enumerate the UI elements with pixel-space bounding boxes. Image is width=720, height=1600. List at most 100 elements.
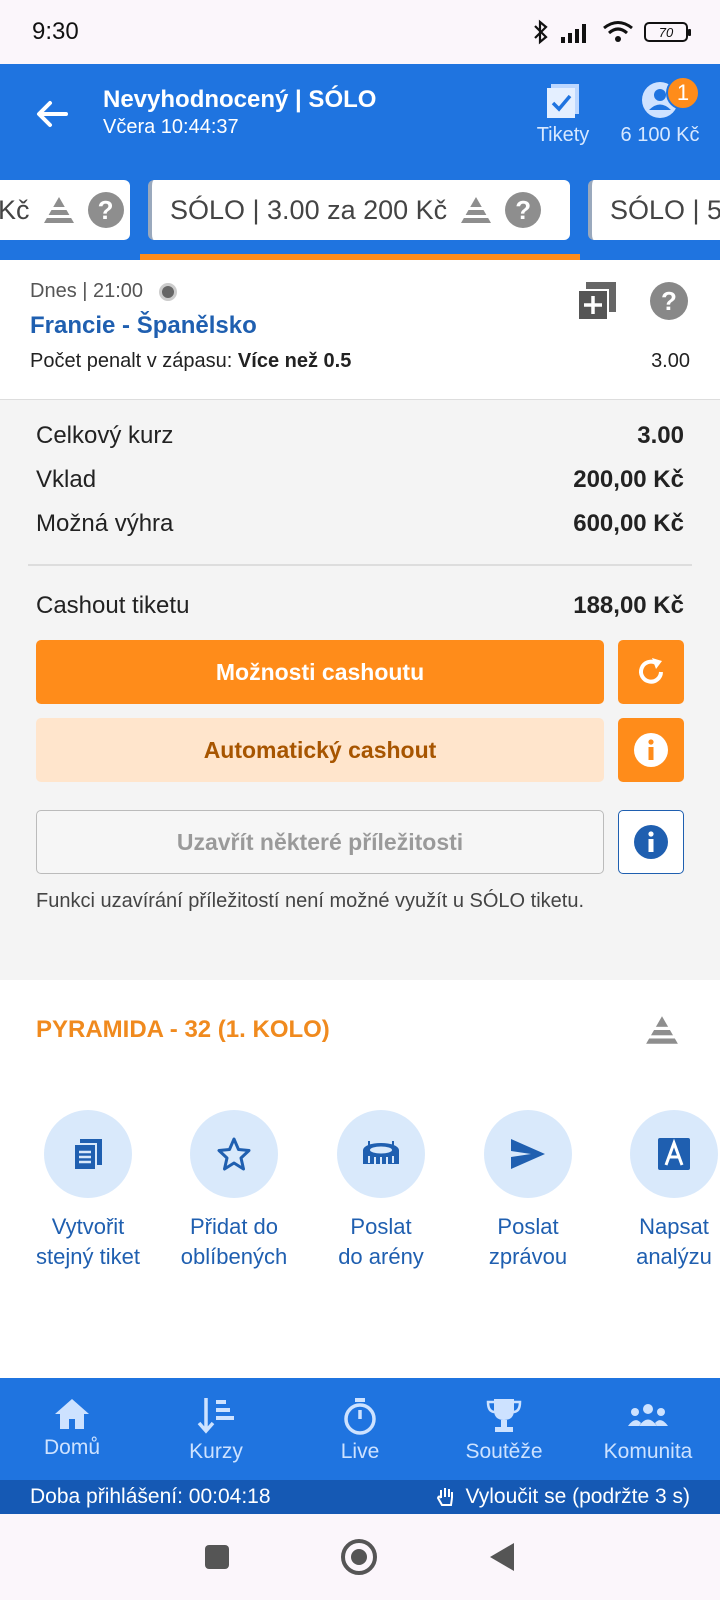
win-label: Možná výhra (36, 510, 174, 537)
ticket-detail: Dnes | 21:00 Francie - Španělsko Počet p… (0, 260, 720, 1370)
close-opportunities-button[interactable]: Uzavřít některé příležitosti (36, 810, 604, 874)
stake-value: 200,00 Kč (573, 466, 684, 493)
nav-community[interactable]: Komunita (576, 1378, 720, 1480)
solo-ticket-note: Funkci uzavírání příležitostí není možné… (36, 890, 585, 912)
trophy-icon (486, 1399, 522, 1432)
total-odds-value: 3.00 (637, 422, 684, 449)
match-date: Dnes | 21:00 (30, 280, 178, 303)
help-icon[interactable]: ? (87, 192, 124, 228)
ticket-actions: Vytvořit stejný tiket Přidat do oblíbený… (0, 1080, 720, 1370)
nav-label: Soutěže (465, 1440, 543, 1463)
action-label: do arény (338, 1244, 424, 1269)
info-icon (634, 825, 668, 859)
ticket-title: Nevyhodnocený | SÓLO (103, 86, 377, 113)
create-same-ticket-action[interactable]: Vytvořit stejný tiket (18, 1110, 158, 1272)
action-label: zprávou (488, 1244, 568, 1269)
add-to-favorites-action[interactable]: Přidat do oblíbených (164, 1110, 304, 1272)
action-label: oblíbených (180, 1244, 288, 1269)
nav-odds[interactable]: Kurzy (144, 1378, 288, 1480)
close-opportunities-info-button[interactable] (618, 810, 684, 874)
divider (28, 564, 692, 566)
signal-icon (561, 24, 586, 43)
pyramid-icon (43, 197, 74, 223)
account-button[interactable]: 1 6 100 Kč (610, 76, 710, 147)
pyramid-icon (461, 197, 492, 223)
total-odds-row: Celkový kurz 3.00 (36, 422, 684, 450)
ticket-tab-label: SÓLO | 5 (610, 194, 720, 225)
action-label: Vytvořit (51, 1214, 125, 1239)
help-icon[interactable]: ? (650, 282, 688, 320)
ticket-tab-label: SÓLO | 3.00 za 200 Kč (170, 194, 448, 225)
home-icon (55, 1399, 89, 1429)
nav-home[interactable]: Domů (0, 1378, 144, 1480)
odds-icon (197, 1398, 234, 1434)
send-message-action[interactable]: Poslat zprávou (458, 1110, 598, 1272)
refresh-button[interactable] (618, 640, 684, 704)
status-bar: 9:30 70 (0, 0, 720, 64)
write-analysis-action[interactable]: Napsat analýzu (604, 1110, 720, 1272)
info-icon (634, 733, 668, 767)
hand-icon (436, 1488, 453, 1506)
notification-badge: 1 (666, 76, 700, 110)
pick-label: Počet penalt v zápasu: (30, 350, 238, 372)
ticket-tab-label: Kč (0, 194, 30, 225)
add-bet-icon[interactable] (578, 282, 616, 320)
community-icon (628, 1404, 668, 1426)
ticket-tab-next[interactable]: SÓLO | 5 (588, 180, 720, 240)
nav-label: Live (340, 1440, 380, 1463)
account-balance: 6 100 Kč (620, 124, 700, 146)
app-bar: Nevyhodnocený | SÓLO Včera 10:44:37 Tike… (0, 64, 720, 174)
back-arrow-icon[interactable] (30, 92, 74, 136)
ticket-summary: Celkový kurz 3.00 Vklad 200,00 Kč Možná vý… (0, 400, 720, 980)
ticket-tabs: Kč ? SÓLO | 3.00 za 200 Kč ? SÓLO | 5 (0, 174, 720, 260)
login-duration: Doba přihlášení: 00:04:18 (30, 1485, 271, 1508)
help-icon[interactable]: ? (505, 192, 542, 228)
action-label: Poslat (497, 1214, 559, 1239)
pick-value: Více než 0.5 (237, 350, 352, 372)
system-back-icon[interactable] (488, 1541, 516, 1573)
tickets-label: Tikety (536, 124, 590, 146)
wifi-icon (603, 21, 633, 42)
nav-label: Domů (43, 1436, 101, 1459)
match-odds: 3.00 (651, 350, 690, 372)
cashout-row: Cashout tiketu 188,00 Kč (36, 592, 684, 620)
self-exclude-label: Vyloučit se (podržte 3 s) (465, 1485, 690, 1508)
match-name[interactable]: Francie - Španělsko (30, 312, 257, 340)
nav-label: Komunita (603, 1440, 693, 1463)
letter-a-icon (658, 1138, 690, 1170)
action-label: analýzu (636, 1244, 712, 1269)
self-exclude-button[interactable]: Vyloučit se (podržte 3 s) (436, 1485, 690, 1509)
football-icon (159, 282, 178, 301)
stake-row: Vklad 200,00 Kč (36, 466, 684, 494)
nav-live[interactable]: Live (288, 1378, 432, 1480)
total-odds-label: Celkový kurz (36, 422, 174, 449)
action-label: Poslat (350, 1214, 412, 1239)
stopwatch-icon (344, 1398, 376, 1435)
recent-apps-icon[interactable] (204, 1544, 230, 1570)
bluetooth-icon (534, 19, 548, 45)
send-to-arena-action[interactable]: Poslat do arény (311, 1110, 451, 1272)
ticket-tab-previous[interactable]: Kč ? (0, 180, 130, 240)
match-pick: Počet penalt v zápasu: Více než 0.5 (30, 350, 351, 373)
nav-competitions[interactable]: Soutěže (432, 1378, 576, 1480)
pyramid-section[interactable]: PYRAMIDA - 32 (1. KOLO) (0, 980, 720, 1082)
ticket-check-icon (547, 84, 579, 118)
action-label: Napsat (639, 1214, 709, 1239)
send-icon (511, 1139, 545, 1169)
cashout-value: 188,00 Kč (573, 592, 684, 619)
home-circle-icon[interactable] (340, 1538, 378, 1576)
action-label: stejný tiket (36, 1244, 140, 1269)
stake-label: Vklad (36, 466, 97, 493)
auto-cashout-button[interactable]: Automatický cashout (36, 718, 604, 782)
pyramid-icon (646, 1016, 678, 1044)
cashout-options-button[interactable]: Možnosti cashoutu (36, 640, 604, 704)
action-label: Přidat do (189, 1214, 279, 1239)
battery-icon: 70 (644, 22, 691, 42)
tickets-button[interactable]: Tikety (530, 80, 596, 147)
clock: 9:30 (32, 18, 79, 45)
auto-cashout-info-button[interactable] (618, 718, 684, 782)
pyramid-title: PYRAMIDA - 32 (1. KOLO) (36, 1016, 330, 1043)
document-icon (73, 1139, 102, 1171)
ticket-tab-current[interactable]: SÓLO | 3.00 za 200 Kč ? (148, 180, 570, 240)
match-date-text: Dnes | 21:00 (30, 280, 144, 302)
